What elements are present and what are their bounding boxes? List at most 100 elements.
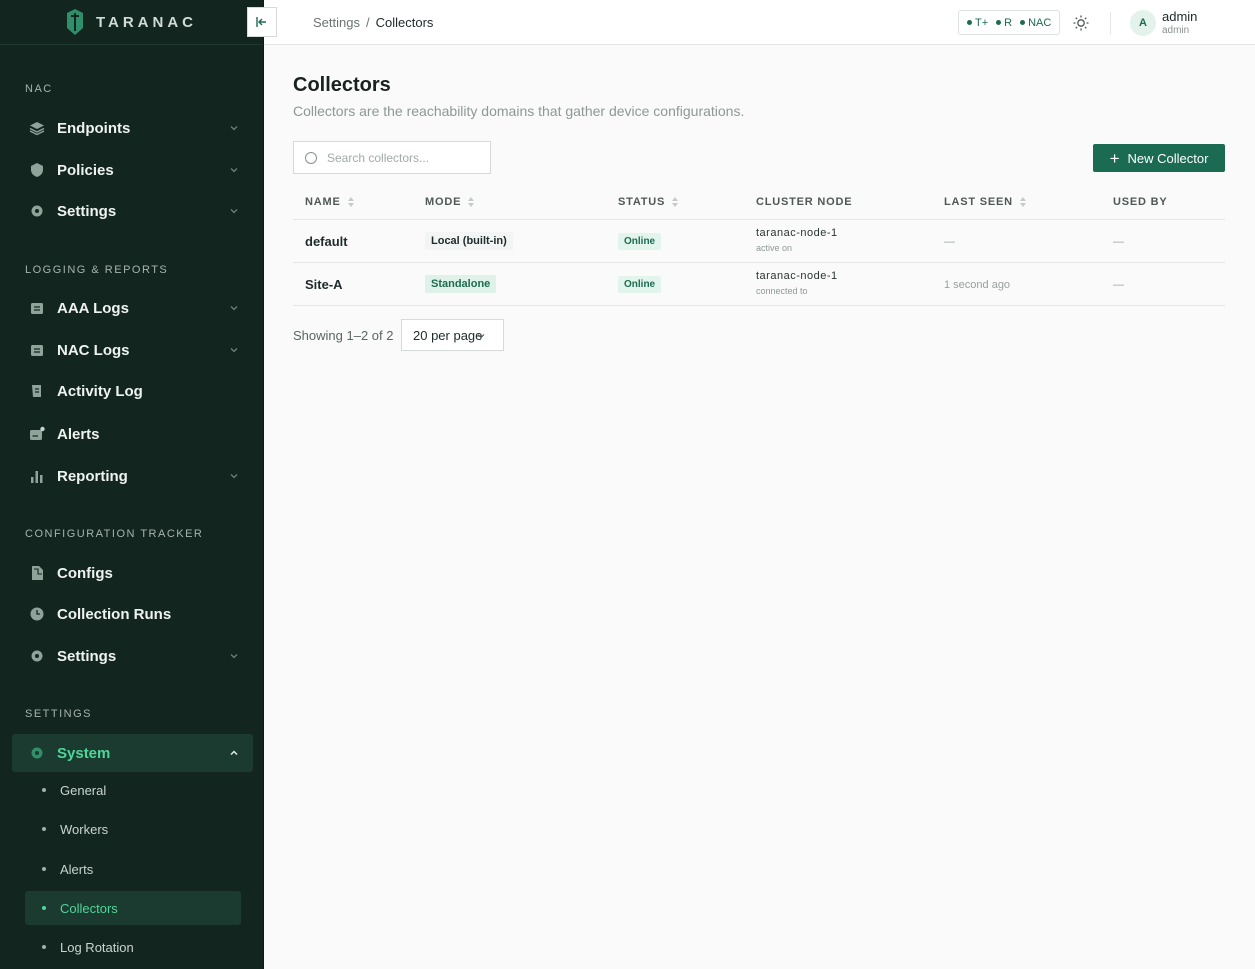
collector-name[interactable]: default <box>305 234 348 249</box>
chevron-down-icon <box>230 474 238 479</box>
status-badge: Online <box>618 233 662 250</box>
avatar[interactable]: A <box>1130 10 1156 36</box>
bullet-icon <box>42 906 46 910</box>
chevron-down-icon <box>230 168 238 173</box>
sidebar-item-label: AAA Logs <box>57 299 129 317</box>
section-title-settings: SETTINGS <box>25 708 93 720</box>
sidebar-item-tracker-settings[interactable]: Settings <box>12 637 253 675</box>
sidebar-item-policies[interactable]: Policies <box>12 151 253 189</box>
search-box[interactable] <box>293 141 491 174</box>
sidebar-item-endpoints[interactable]: Endpoints <box>12 109 253 147</box>
protocol-status: T+ R NAC <box>958 10 1061 35</box>
column-header-status[interactable]: STATUS <box>618 196 679 208</box>
sidebar-subitem-label: Log Rotation <box>60 939 134 955</box>
breadcrumb: Settings / Collectors <box>313 15 433 30</box>
sidebar-subitem-alerts[interactable]: Alerts <box>25 852 241 886</box>
collectors-table: NAME MODE STATUS CLUSTER NODE LAST SEEN … <box>293 185 1225 306</box>
sidebar-item-alerts[interactable]: Alerts <box>12 415 253 453</box>
new-collector-button[interactable]: + New Collector <box>1093 144 1225 172</box>
sidebar-item-activity-log[interactable]: Activity Log <box>12 372 253 410</box>
collector-name[interactable]: Site-A <box>305 277 343 292</box>
gear-icon <box>29 745 45 761</box>
sidebar-item-configs[interactable]: Configs <box>12 554 253 592</box>
protocol-tacacs: T+ <box>967 17 988 29</box>
file-icon <box>29 565 45 581</box>
sidebar-item-label: Policies <box>57 161 114 179</box>
column-header-name[interactable]: NAME <box>305 196 354 208</box>
breadcrumb-current: Collectors <box>375 15 434 30</box>
sort-icon <box>468 197 475 207</box>
sidebar-item-label: Settings <box>57 647 117 665</box>
section-title-nac: NAC <box>25 83 53 95</box>
sidebar-item-label: Configs <box>57 564 113 582</box>
bar-chart-icon <box>29 468 45 484</box>
search-icon <box>305 151 317 164</box>
gear-icon <box>29 648 45 664</box>
per-page-value: 20 per page <box>413 327 483 343</box>
sidebar-item-collection-runs[interactable]: Collection Runs <box>12 595 253 633</box>
sidebar-item-nac-logs[interactable]: NAC Logs <box>12 331 253 369</box>
page-subtitle: Collectors are the reachability domains … <box>293 103 745 119</box>
table-row[interactable]: default Local (built-in) Online taranac-… <box>293 220 1225 263</box>
sidebar-subitem-general[interactable]: General <box>25 773 241 807</box>
chevron-down-icon <box>230 348 238 353</box>
topbar: Settings / Collectors T+ R NAC A admin a… <box>247 0 1255 45</box>
sidebar-item-reporting[interactable]: Reporting <box>12 457 253 495</box>
sidebar-item-label: Endpoints <box>57 119 131 137</box>
sort-icon <box>1019 197 1026 207</box>
layers-icon <box>29 120 45 136</box>
per-page-select[interactable]: 20 per page <box>401 319 504 351</box>
bullet-icon <box>42 945 46 949</box>
sidebar-item-nac-settings[interactable]: Settings <box>12 192 253 230</box>
chevron-down-icon <box>230 126 238 131</box>
sidebar-item-label: Reporting <box>57 467 128 485</box>
sun-icon[interactable] <box>1072 14 1090 32</box>
alert-icon <box>29 426 45 442</box>
status-badge: Online <box>618 276 662 293</box>
search-input[interactable] <box>327 150 477 165</box>
sidebar-item-system[interactable]: System <box>12 734 253 772</box>
last-seen: 1 second ago <box>944 279 1011 291</box>
chevron-down-icon <box>230 209 238 214</box>
shield-icon <box>29 162 45 178</box>
chevron-down-icon <box>230 306 238 311</box>
last-seen: — <box>944 236 955 248</box>
used-by: — <box>1113 279 1124 291</box>
plus-icon: + <box>1109 148 1120 168</box>
column-header-last-seen[interactable]: LAST SEEN <box>944 196 1026 208</box>
user-name[interactable]: admin <box>1162 9 1197 24</box>
scroll-icon <box>29 383 45 399</box>
column-header-used-by: USED BY <box>1113 196 1168 208</box>
sort-icon <box>672 197 679 207</box>
table-row[interactable]: Site-A Standalone Online taranac-node-1 … <box>293 263 1225 306</box>
sidebar-subitem-workers[interactable]: Workers <box>25 812 241 846</box>
status-dot-icon <box>967 19 972 25</box>
chevron-down-icon <box>230 654 238 659</box>
used-by: — <box>1113 236 1124 248</box>
cluster-node: taranac-node-1 <box>756 270 838 282</box>
bullet-icon <box>42 827 46 831</box>
cluster-node-relation: active on <box>756 243 793 253</box>
mode-badge: Standalone <box>425 275 497 293</box>
table-header: NAME MODE STATUS CLUSTER NODE LAST SEEN … <box>293 185 1225 220</box>
clock-icon <box>29 606 45 622</box>
arrow-left-bar-icon <box>256 17 266 27</box>
sidebar-item-label: Alerts <box>57 425 100 443</box>
column-header-cluster-node: CLUSTER NODE <box>756 196 853 208</box>
brand[interactable]: TARANAC <box>0 0 263 45</box>
column-header-mode[interactable]: MODE <box>425 196 475 208</box>
collapse-sidebar-button[interactable] <box>247 7 277 37</box>
protocol-radius: R <box>996 17 1012 29</box>
cluster-node-relation: connected to <box>756 286 808 296</box>
breadcrumb-separator: / <box>365 15 370 30</box>
protocol-nac: NAC <box>1020 17 1051 29</box>
sidebar-item-label: Activity Log <box>57 382 143 400</box>
sidebar-subitem-collectors[interactable]: Collectors <box>25 891 241 925</box>
sidebar-subitem-log-rotation[interactable]: Log Rotation <box>25 930 241 964</box>
sidebar-subitem-label: General <box>60 782 107 798</box>
chevron-up-icon <box>230 750 238 756</box>
breadcrumb-settings[interactable]: Settings <box>313 15 360 30</box>
sidebar-item-aaa-logs[interactable]: AAA Logs <box>12 289 253 327</box>
divider <box>1110 12 1111 34</box>
sidebar-item-label: Settings <box>57 202 117 220</box>
